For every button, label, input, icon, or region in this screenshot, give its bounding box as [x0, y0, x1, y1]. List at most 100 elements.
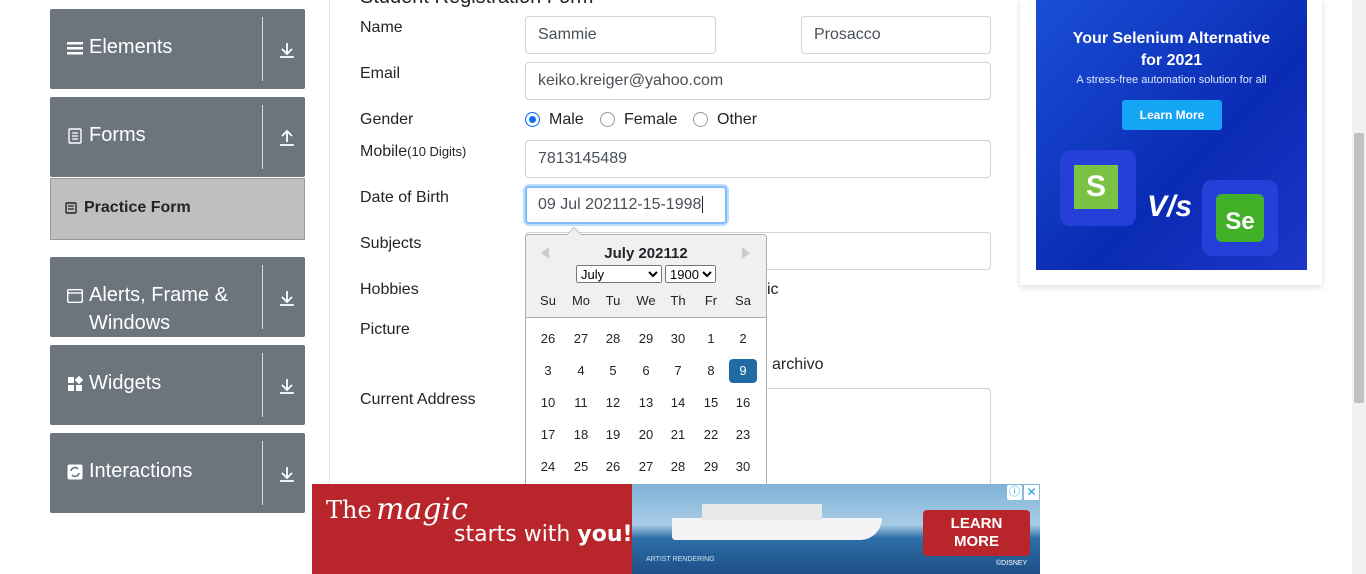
calendar-day[interactable]: 27 [567, 327, 595, 351]
form-icon [65, 202, 77, 214]
sidebar-group-forms[interactable]: Forms [50, 97, 305, 177]
ad-right-headline-line2: for 2021 [1140, 52, 1203, 69]
hobbies-music-label-partial[interactable]: ic [767, 281, 779, 299]
download-arrow-icon[interactable] [278, 377, 296, 395]
calendar-day[interactable]: 3 [534, 359, 562, 383]
first-name-input[interactable]: Sammie [525, 16, 716, 54]
gender-female-radio[interactable] [600, 112, 615, 127]
sidebar-group-title: Widgets [89, 372, 162, 394]
page-scrollbar-thumb[interactable] [1354, 133, 1364, 403]
datepicker-title: July 202112 [604, 245, 688, 262]
calendar-day[interactable]: 4 [567, 359, 595, 383]
sidebar-group-title: Interactions [89, 460, 193, 482]
last-name-input[interactable]: Prosacco [801, 16, 991, 54]
adchoices-info-icon[interactable]: ⓘ [1007, 485, 1022, 500]
ad-bottom-banner[interactable]: The magic starts with you! LEARN MORE AR… [312, 484, 1040, 574]
month-select[interactable]: July [576, 265, 662, 283]
calendar-day[interactable]: 24 [534, 455, 562, 479]
interactions-icon [67, 464, 83, 480]
calendar-day[interactable]: 11 [567, 391, 595, 415]
hobbies-label: Hobbies [360, 281, 419, 298]
calendar-day[interactable]: 20 [632, 423, 660, 447]
ad-right-headline: Your Selenium Alternative for 2021 [1036, 28, 1307, 72]
gender-female-label[interactable]: Female [624, 111, 677, 129]
gender-other-radio[interactable] [693, 112, 708, 127]
calendar-day[interactable]: 29 [632, 327, 660, 351]
year-select[interactable]: 1900 [665, 265, 716, 283]
calendar-day[interactable]: 19 [599, 423, 627, 447]
calendar-day[interactable]: 26 [599, 455, 627, 479]
ad-learn-more-button[interactable]: Learn More [1122, 100, 1222, 130]
calendar-day[interactable]: 23 [729, 423, 757, 447]
calendar-day[interactable]: 28 [599, 327, 627, 351]
text-cursor [702, 196, 704, 213]
gender-male-label[interactable]: Male [549, 111, 584, 129]
file-upload-label-partial[interactable]: archivo [772, 356, 824, 374]
calendar-day[interactable]: 26 [534, 327, 562, 351]
calendar-day[interactable]: 5 [599, 359, 627, 383]
calendar-day[interactable]: 1 [697, 327, 725, 351]
datepicker-popup: July 202112 July 1900 Su Mo Tu We Th Fr Sa 26 2… [525, 234, 767, 494]
ad-close-icon[interactable]: ✕ [1024, 485, 1039, 500]
email-input[interactable]: keiko.kreiger@yahoo.com [525, 62, 991, 100]
calendar-day[interactable]: 18 [567, 423, 595, 447]
weekday-label: Su [540, 293, 556, 308]
weekday-label: Mo [571, 293, 591, 308]
gender-male-radio[interactable] [525, 112, 540, 127]
ad-vs-text: V/s [1147, 190, 1193, 223]
sidebar-group-alerts[interactable]: Alerts, Frame & Windows [50, 257, 305, 337]
calendar-day[interactable]: 6 [632, 359, 660, 383]
calendar-day[interactable]: 27 [632, 455, 660, 479]
calendar-day[interactable]: 30 [664, 327, 692, 351]
download-arrow-icon[interactable] [278, 289, 296, 307]
weekday-label: Sa [735, 293, 751, 308]
sidebar-group-widgets[interactable]: Widgets [50, 345, 305, 425]
calendar-day[interactable]: 25 [567, 455, 595, 479]
sidebar-item-practice-form[interactable]: Practice Form [50, 178, 305, 240]
widgets-icon [68, 376, 83, 391]
learn-more-line1: LEARN [950, 515, 1003, 532]
date-of-birth-input[interactable]: 09 Jul 202112-15-1998 [525, 186, 727, 224]
calendar-day[interactable]: 10 [534, 391, 562, 415]
gender-other-label[interactable]: Other [717, 111, 757, 129]
calendar-day[interactable]: 17 [534, 423, 562, 447]
form-heading: Student Registration Form [360, 0, 593, 9]
ad-bottom-starts-text: starts with [454, 522, 571, 547]
calendar-day-selected[interactable]: 9 [729, 359, 757, 383]
upload-arrow-icon[interactable] [278, 129, 296, 147]
calendar-day[interactable]: 12 [599, 391, 627, 415]
ad-right-banner[interactable]: Your Selenium Alternative for 2021 A str… [1036, 0, 1307, 270]
calendar-day[interactable]: 7 [664, 359, 692, 383]
calendar-day[interactable]: 8 [697, 359, 725, 383]
sidebar-group-elements[interactable]: Elements [50, 9, 305, 89]
ad-bottom-learn-more-button[interactable]: LEARN MORE [923, 510, 1030, 556]
sidebar-group-title-line2: Windows [89, 312, 171, 334]
calendar-day[interactable]: 16 [729, 391, 757, 415]
calendar-day[interactable]: 30 [729, 455, 757, 479]
divider [262, 105, 263, 169]
calendar-day[interactable]: 22 [697, 423, 725, 447]
datepicker-triangle-fill [567, 228, 581, 235]
download-arrow-icon[interactable] [278, 465, 296, 483]
calendar-day[interactable]: 14 [664, 391, 692, 415]
ad-bottom-you: you! [577, 522, 633, 547]
calendar-day[interactable]: 13 [632, 391, 660, 415]
sidebar-group-interactions[interactable]: Interactions [50, 433, 305, 513]
download-arrow-icon[interactable] [278, 41, 296, 59]
ad-bottom-brand: ©DISNEY [996, 560, 1028, 567]
calendar-day[interactable]: 15 [697, 391, 725, 415]
calendar-day[interactable]: 28 [664, 455, 692, 479]
mobile-input[interactable]: 7813145489 [525, 140, 991, 178]
name-label: Name [360, 19, 403, 36]
sidebar-group-title: Elements [89, 36, 173, 58]
calendar-day[interactable]: 2 [729, 327, 757, 351]
document-icon [68, 128, 82, 144]
dob-value: 09 Jul 202112-15-1998 [538, 196, 702, 213]
divider [262, 17, 263, 81]
calendar-day[interactable]: 29 [697, 455, 725, 479]
calendar-day[interactable]: 21 [664, 423, 692, 447]
ad-bottom-the: The [326, 496, 372, 524]
sidebar-group-title: Forms [89, 124, 146, 146]
mobile-label: Mobile(10 Digits) [360, 143, 466, 161]
weekday-label: Th [670, 293, 686, 308]
